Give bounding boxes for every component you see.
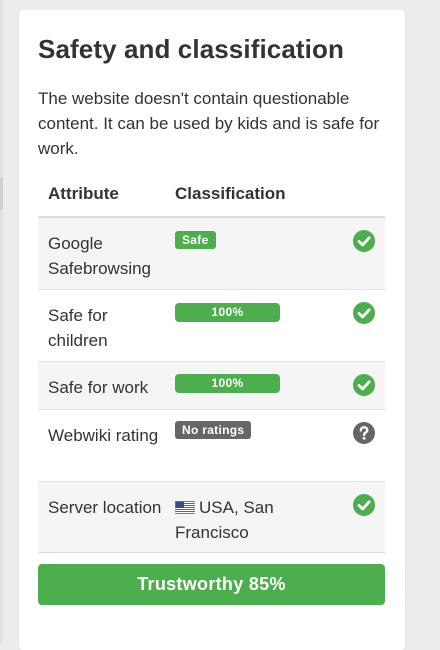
row-attribute: Safe for children bbox=[48, 306, 108, 350]
table-row-webwiki-rating: Webwiki rating No ratings bbox=[38, 410, 385, 482]
page-edge bbox=[0, 0, 3, 644]
card-title: Safety and classification bbox=[38, 34, 344, 64]
no-ratings-badge: No ratings bbox=[175, 421, 252, 439]
us-flag-icon bbox=[175, 501, 195, 514]
header-classification: Classification bbox=[175, 184, 286, 203]
header-attribute: Attribute bbox=[48, 184, 119, 203]
safe-badge: Safe bbox=[175, 231, 216, 249]
row-attribute: Google Safebrowsing bbox=[48, 234, 152, 278]
table-row-safe-for-children: Safe for children 100% bbox=[38, 290, 385, 362]
safety-card: Safety and classification The website do… bbox=[19, 10, 405, 650]
trustworthy-score-bar: Trustworthy 85% bbox=[38, 564, 385, 605]
work-progress-bar: 100% bbox=[175, 374, 280, 393]
table-header: Attribute Classification bbox=[38, 180, 385, 218]
row-attribute: Webwiki rating bbox=[48, 426, 159, 445]
children-progress-bar: 100% bbox=[175, 303, 280, 322]
page-edge-notch bbox=[0, 178, 3, 210]
question-icon[interactable] bbox=[353, 422, 375, 444]
check-icon bbox=[353, 230, 375, 252]
check-icon bbox=[353, 374, 375, 396]
server-location-value: USA, San Francisco bbox=[175, 495, 295, 545]
check-icon bbox=[353, 494, 375, 516]
table-row-safe-for-work: Safe for work 100% bbox=[38, 362, 385, 410]
table-row-server-location: Server location USA, San Francisco bbox=[38, 482, 385, 553]
row-attribute: Server location bbox=[48, 498, 162, 517]
classification-table: Attribute Classification Google Safebrow… bbox=[38, 180, 385, 553]
check-icon bbox=[353, 302, 375, 324]
table-row-google-safebrowsing: Google Safebrowsing Safe bbox=[38, 218, 385, 290]
safety-description: The website doesn't contain questionable… bbox=[38, 89, 380, 158]
